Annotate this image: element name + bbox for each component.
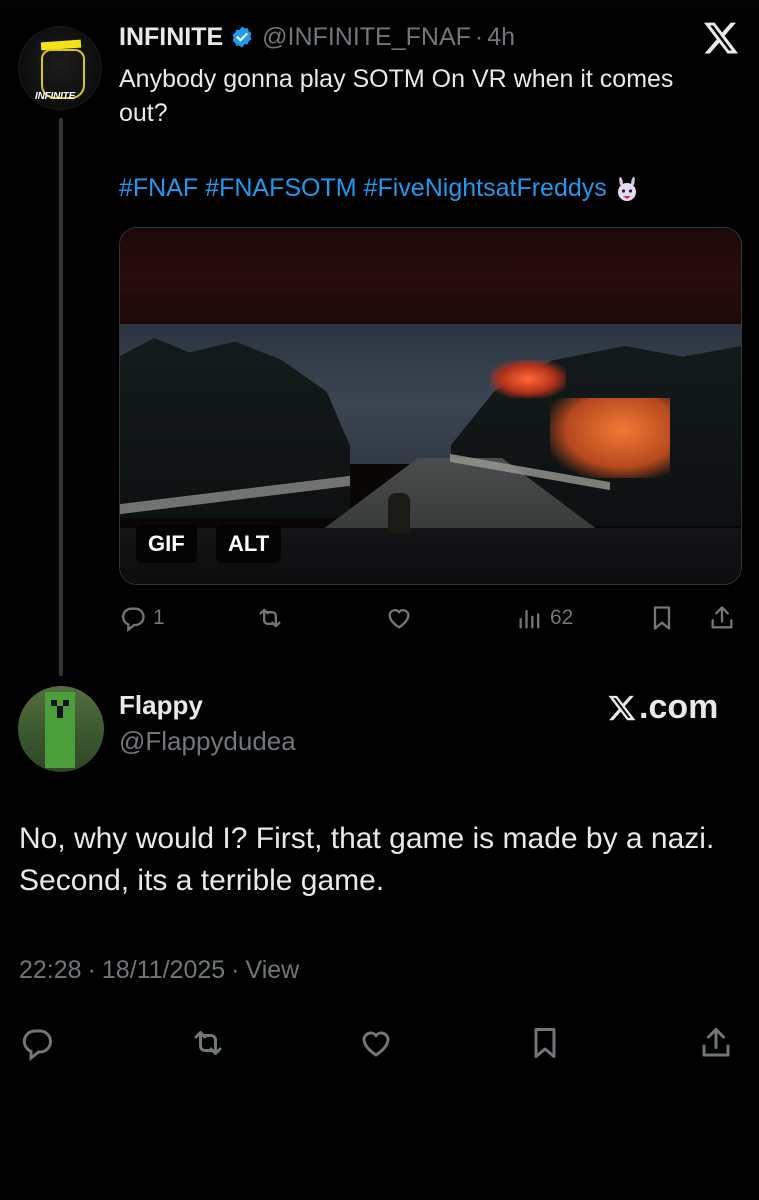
share-icon — [711, 606, 733, 629]
reply-views-link[interactable]: View — [246, 956, 300, 984]
hashtag-link[interactable]: #FNAF — [119, 174, 198, 203]
share-action[interactable] — [708, 604, 736, 632]
heart-icon — [388, 609, 410, 629]
bookmark-action[interactable] — [648, 604, 676, 632]
retweet-icon — [259, 608, 281, 628]
reply-author-name[interactable]: Flappy — [119, 690, 203, 721]
reply-text: No, why would I? First, that game is mad… — [19, 822, 715, 897]
media-orange-hand — [550, 398, 670, 478]
reply-meta: 22:28 · 18/11/2025 · View — [19, 956, 299, 985]
reply-action-2[interactable] — [19, 1025, 55, 1061]
x-com-watermark: .com — [607, 688, 718, 727]
top-edge-strip — [0, 0, 759, 8]
share-icon — [702, 1028, 730, 1057]
tweet-gif-media[interactable]: GIF ALT — [119, 227, 742, 585]
author-handle[interactable]: @INFINITE_FNAF — [262, 23, 471, 52]
heart-icon — [362, 1031, 390, 1057]
gif-badge[interactable]: GIF — [136, 525, 197, 563]
reply-count: 1 — [153, 606, 165, 629]
author-name[interactable]: INFINITE — [119, 23, 223, 52]
media-figure — [388, 493, 410, 533]
bunny-emoji-icon — [617, 176, 636, 201]
header-separator: · — [474, 22, 484, 51]
thread-connector-line — [59, 118, 63, 676]
avatar-flappy[interactable] — [18, 686, 104, 772]
reply-icon — [122, 607, 145, 632]
retweet-icon — [194, 1031, 222, 1055]
hashtag-link[interactable]: #FNAFSOTM — [205, 174, 356, 203]
share-action-2[interactable] — [698, 1025, 734, 1061]
retweet-action[interactable] — [256, 604, 290, 632]
post-time[interactable]: 4h — [487, 23, 515, 52]
bookmark-icon — [653, 606, 671, 630]
tweet-text: Anybody gonna play SOTM On VR when it co… — [119, 65, 674, 127]
reply-time[interactable]: 22:28 — [19, 956, 82, 984]
meta-separator: · — [87, 956, 96, 984]
creeper-face — [51, 700, 69, 718]
views-chart-icon — [519, 609, 540, 629]
meta-separator: · — [231, 956, 240, 984]
like-action-2[interactable] — [358, 1025, 394, 1061]
reply-date[interactable]: 18/11/2025 — [102, 956, 225, 984]
retweet-action-2[interactable] — [190, 1025, 226, 1061]
reply-icon — [22, 1029, 52, 1061]
reply-author-handle[interactable]: @Flappydudea — [119, 726, 296, 757]
media-dashboard — [120, 528, 741, 584]
media-red-light — [490, 360, 566, 398]
bookmark-icon — [534, 1028, 556, 1058]
avatar-infinite[interactable]: INFINITE — [18, 26, 102, 110]
views-count: 62 — [550, 606, 574, 629]
media-dark-strip — [120, 228, 741, 324]
bookmark-action-2[interactable] — [527, 1025, 563, 1061]
avatar-label: INFINITE — [35, 91, 76, 102]
alt-badge[interactable]: ALT — [216, 525, 282, 563]
tweet-header: INFINITE @INFINITE_FNAF · 4h — [119, 20, 515, 54]
hashtag-link[interactable]: #FiveNightsatFreddys — [364, 174, 607, 203]
x-logo-icon — [608, 695, 636, 720]
creeper-figure — [45, 692, 75, 768]
x-com-label: .com — [639, 688, 719, 726]
x-logo-icon[interactable] — [702, 19, 740, 57]
views-action[interactable]: 62 — [516, 604, 573, 632]
verified-badge-icon — [232, 26, 252, 48]
hashtag-row: #FNAF #FNAFSOTM #FiveNightsatFreddys — [119, 174, 640, 203]
reply-action[interactable]: 1 — [119, 604, 165, 632]
like-action[interactable] — [385, 604, 419, 632]
